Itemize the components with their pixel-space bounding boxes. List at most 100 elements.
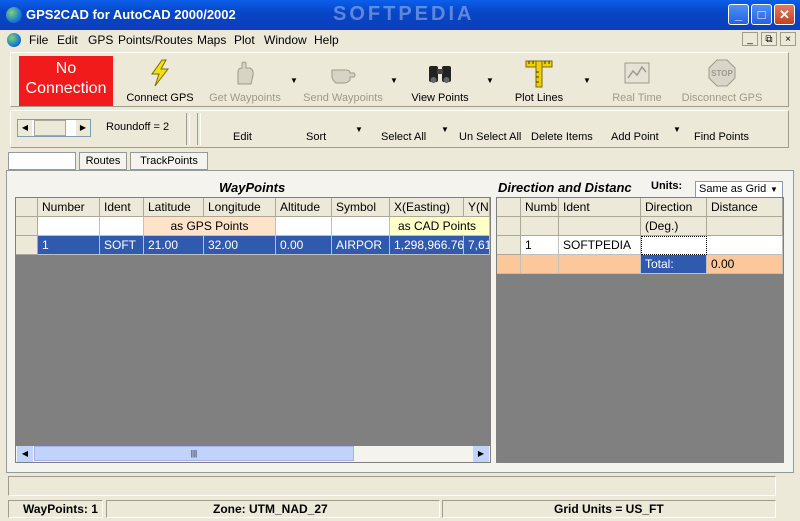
tab-waypoints[interactable]: Waypoints: [8, 152, 76, 170]
direction-unit-subheader: (Deg.): [641, 217, 707, 236]
add-point-dropdown[interactable]: ▼: [673, 125, 681, 134]
select-all-dropdown[interactable]: ▼: [441, 125, 449, 134]
gps-points-group: as GPS Points: [144, 217, 276, 236]
connect-gps-button[interactable]: Connect GPS: [122, 56, 198, 106]
get-waypoints-dropdown[interactable]: ▼: [290, 76, 298, 85]
send-waypoints-button[interactable]: Send Waypoints: [300, 56, 386, 106]
column-header[interactable]: Number: [38, 198, 100, 217]
table-cell[interactable]: [641, 236, 707, 255]
column-header[interactable]: Numb: [521, 198, 559, 217]
column-header[interactable]: Ident: [559, 198, 641, 217]
disconnect-gps-label: Disconnect GPS: [681, 92, 763, 104]
view-points-button[interactable]: View Points: [404, 56, 476, 106]
zone-status: Zone: UTM_NAD_27: [106, 500, 440, 518]
unselect-all-button[interactable]: Un Select All: [459, 131, 521, 143]
chevron-down-icon[interactable]: ▼: [767, 182, 781, 197]
scroll-thumb[interactable]: |||: [34, 446, 354, 461]
close-button[interactable]: ✕: [774, 4, 795, 25]
units-value: Same as Grid: [699, 183, 767, 195]
add-point-button[interactable]: Add Point: [611, 131, 659, 143]
plot-lines-button[interactable]: Plot Lines: [504, 56, 574, 106]
scroll-right-icon[interactable]: ▶: [76, 120, 90, 136]
table-cell[interactable]: SOFT: [100, 236, 144, 255]
plot-lines-label: Plot Lines: [514, 92, 564, 104]
column-header[interactable]: Longitude: [204, 198, 276, 217]
waypoints-grid[interactable]: Number Ident Latitude Longitude Altitude…: [15, 197, 491, 463]
delete-items-button[interactable]: Delete Items: [531, 131, 593, 143]
tab-trackpoints[interactable]: TrackPoints: [130, 152, 208, 170]
real-time-label: Real Time: [612, 92, 662, 104]
select-all-button[interactable]: Select All: [381, 131, 426, 143]
view-points-dropdown[interactable]: ▼: [486, 76, 494, 85]
menu-help[interactable]: Help: [314, 33, 339, 47]
direction-grid[interactable]: Numb Ident Direction Distance (Deg.) 1 S…: [496, 197, 784, 463]
table-cell[interactable]: 21.00: [144, 236, 204, 255]
tab-routes[interactable]: Routes: [79, 152, 127, 170]
disconnect-gps-button[interactable]: STOP Disconnect GPS: [680, 56, 764, 106]
document-globe-icon[interactable]: [7, 33, 21, 47]
get-waypoints-button[interactable]: Get Waypoints: [204, 56, 286, 106]
message-bar: [8, 476, 776, 496]
row-header[interactable]: [497, 236, 521, 255]
chart-monitor-icon: [624, 62, 650, 84]
units-label: Units:: [651, 180, 683, 192]
roundoff-scrollbar[interactable]: ◀ ▶: [17, 119, 91, 137]
scroll-left-icon[interactable]: ◀: [18, 120, 32, 136]
menu-bar: File Edit GPS Points/Routes Maps Plot Wi…: [0, 30, 800, 50]
table-cell[interactable]: SOFTPEDIA: [559, 236, 641, 255]
scroll-right-icon[interactable]: ▶: [473, 446, 489, 462]
lightning-icon: [151, 59, 170, 87]
table-cell[interactable]: 1: [38, 236, 100, 255]
scroll-left-icon[interactable]: ◀: [17, 446, 33, 462]
column-header[interactable]: Ident: [100, 198, 144, 217]
column-header[interactable]: X(Easting): [390, 198, 464, 217]
table-cell[interactable]: 0.00: [276, 236, 332, 255]
plot-lines-dropdown[interactable]: ▼: [583, 76, 591, 85]
column-header[interactable]: Altitude: [276, 198, 332, 217]
column-header[interactable]: Latitude: [144, 198, 204, 217]
app-globe-icon[interactable]: [6, 7, 22, 23]
sort-button[interactable]: Sort: [306, 131, 326, 143]
menu-file[interactable]: File: [29, 33, 48, 47]
real-time-button[interactable]: Real Time: [604, 56, 670, 106]
row-header-corner: [497, 198, 521, 217]
scroll-thumb[interactable]: [34, 120, 66, 136]
column-header[interactable]: Distance: [707, 198, 783, 217]
table-cell[interactable]: 32.00: [204, 236, 276, 255]
total-cell: [521, 255, 559, 274]
menu-plot[interactable]: Plot: [234, 33, 255, 47]
cad-points-group: as CAD Points: [390, 217, 490, 236]
units-select[interactable]: Same as Grid ▼: [695, 181, 783, 198]
mdi-minimize-button[interactable]: _: [742, 32, 758, 46]
table-cell[interactable]: 1: [521, 236, 559, 255]
watermark: SOFTPEDIA: [333, 3, 475, 25]
table-cell[interactable]: 7,61: [464, 236, 490, 255]
table-cell[interactable]: 1,298,966.76: [390, 236, 464, 255]
menu-maps[interactable]: Maps: [197, 33, 226, 47]
hand-point-icon: [331, 69, 356, 84]
row-header[interactable]: [16, 236, 38, 255]
row-header-corner: [16, 198, 38, 217]
maximize-button[interactable]: □: [751, 4, 772, 25]
mdi-restore-button[interactable]: ⧉: [761, 32, 777, 46]
menu-edit[interactable]: Edit: [57, 33, 78, 47]
column-header[interactable]: Y(N: [464, 198, 490, 217]
edit-button[interactable]: Edit: [233, 131, 252, 143]
table-cell[interactable]: AIRPOR: [332, 236, 390, 255]
subheader-cell: [707, 217, 783, 236]
column-header[interactable]: Symbol: [332, 198, 390, 217]
menu-points-routes[interactable]: Points/Routes: [118, 33, 193, 47]
sort-dropdown[interactable]: ▼: [355, 125, 363, 134]
horizontal-scrollbar[interactable]: ◀ ||| ▶: [16, 446, 490, 462]
hand-grab-icon: [237, 61, 254, 85]
menu-gps[interactable]: GPS: [88, 33, 113, 47]
minimize-button[interactable]: _: [728, 4, 749, 25]
row-header: [497, 217, 521, 236]
mdi-close-button[interactable]: ×: [780, 32, 796, 46]
menu-window[interactable]: Window: [264, 33, 307, 47]
find-points-button[interactable]: Find Points: [694, 131, 749, 143]
view-points-label: View Points: [411, 92, 469, 104]
table-cell[interactable]: [707, 236, 783, 255]
send-waypoints-dropdown[interactable]: ▼: [390, 76, 398, 85]
column-header[interactable]: Direction: [641, 198, 707, 217]
